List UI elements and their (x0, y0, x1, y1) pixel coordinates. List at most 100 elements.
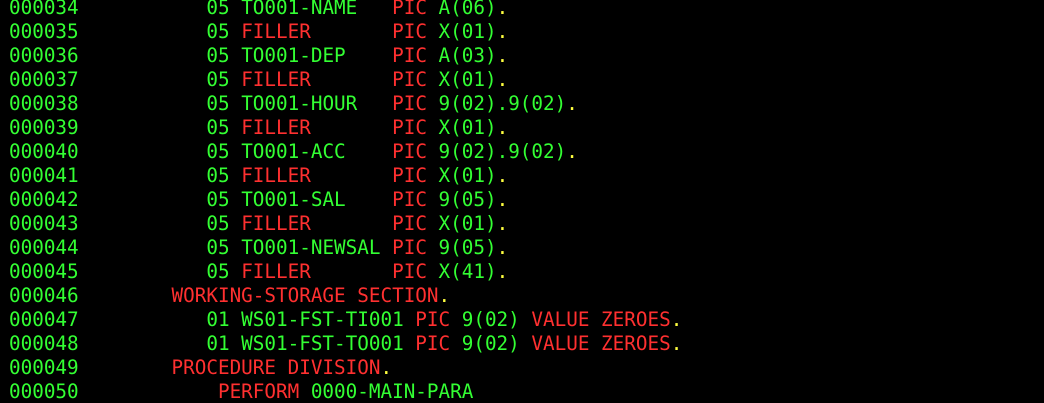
code-token: 9(02).9(02) (438, 140, 567, 163)
code-token: 05 (78, 260, 242, 283)
line-number: 000049 (9, 356, 79, 379)
line-number: 000035 (9, 20, 79, 43)
code-token: X(01) (438, 116, 497, 139)
code-line[interactable]: 000034 05 TO001-NAME PIC A(06). (9, 0, 508, 20)
code-token: PIC (392, 68, 439, 91)
code-token: . (670, 332, 683, 355)
code-line[interactable]: 000035 05 FILLER PIC X(01). (9, 20, 508, 44)
code-line[interactable]: 000036 05 TO001-DEP PIC A(03). (9, 44, 508, 68)
code-token: TO001-NAME (241, 0, 393, 19)
code-text: 05 TO001-DEP PIC A(03). (78, 44, 509, 67)
code-token: PROCEDURE DIVISION (78, 356, 381, 379)
code-token: FILLER (241, 116, 393, 139)
code-token: . (496, 164, 509, 187)
code-token: . (496, 20, 509, 43)
code-line[interactable]: 000038 05 TO001-HOUR PIC 9(02).9(02). (9, 92, 578, 116)
code-token: A(06) (438, 0, 497, 19)
line-number: 000037 (9, 68, 79, 91)
code-token: . (438, 284, 451, 307)
code-text: 05 TO001-HOUR PIC 9(02).9(02). (79, 92, 578, 115)
code-token: PIC (392, 188, 439, 211)
code-token: . (380, 356, 393, 379)
code-token: X(01) (438, 164, 497, 187)
code-text: PROCEDURE DIVISION. (78, 356, 393, 379)
code-token: FILLER (241, 20, 393, 43)
code-line[interactable]: 000041 05 FILLER PIC X(01). (9, 164, 508, 188)
code-token: 05 (78, 0, 242, 19)
code-text: 05 FILLER PIC X(41). (78, 260, 508, 283)
line-number: 000040 (9, 140, 79, 163)
code-text: 05 FILLER PIC X(01). (78, 68, 508, 91)
code-line[interactable]: 000045 05 FILLER PIC X(41). (9, 260, 508, 284)
line-number: 000047 (9, 308, 79, 331)
code-token: 01 WS01-FST-TO001 (78, 332, 416, 355)
code-text: PERFORM 0000-MAIN-PARA (78, 380, 473, 403)
line-number: 000043 (9, 212, 79, 235)
code-line[interactable]: 000043 05 FILLER PIC X(01). (9, 212, 508, 236)
code-token: 05 (78, 212, 242, 235)
code-token: PIC (392, 20, 439, 43)
code-token: TO001-NEWSAL (241, 236, 393, 259)
code-token: FILLER (241, 68, 393, 91)
code-token: 9(02).9(02) (438, 92, 567, 115)
code-token: . (496, 236, 509, 259)
code-line[interactable]: 000047 01 WS01-FST-TI001 PIC 9(02) VALUE… (9, 308, 682, 332)
code-token: . (496, 0, 509, 19)
code-token: FILLER (241, 260, 393, 283)
code-token: TO001-DEP (241, 44, 393, 67)
code-line[interactable]: 000044 05 TO001-NEWSAL PIC 9(05). (9, 236, 508, 260)
code-token: 05 (78, 68, 242, 91)
code-token: PIC (392, 0, 439, 19)
code-line[interactable]: 000040 05 TO001-ACC PIC 9(02).9(02). (9, 140, 578, 164)
code-text: 05 TO001-NEWSAL PIC 9(05). (78, 236, 509, 259)
code-token: PIC (415, 332, 462, 355)
code-token: 05 (78, 116, 242, 139)
line-number: 000039 (9, 116, 79, 139)
code-token: 01 WS01-FST-TI001 (78, 308, 416, 331)
code-text: 05 TO001-ACC PIC 9(02).9(02). (79, 140, 578, 163)
code-token: 9(05) (438, 236, 497, 259)
code-token: . (670, 308, 683, 331)
code-token: 05 (78, 140, 242, 163)
line-number: 000048 (9, 332, 79, 355)
code-token: VALUE ZEROES (531, 308, 671, 331)
code-line[interactable]: 000039 05 FILLER PIC X(01). (9, 116, 508, 140)
line-number: 000050 (9, 380, 79, 403)
code-token: VALUE ZEROES (531, 332, 671, 355)
code-token: 9(02) (461, 308, 532, 331)
code-token: PIC (392, 116, 439, 139)
code-text: 05 FILLER PIC X(01). (78, 116, 509, 139)
code-token: PIC (415, 308, 462, 331)
code-token: FILLER (241, 212, 393, 235)
code-text: 05 TO001-SAL PIC 9(05). (78, 188, 508, 211)
code-text: WORKING-STORAGE SECTION. (78, 284, 451, 307)
code-token: 05 (78, 188, 242, 211)
code-line[interactable]: 000042 05 TO001-SAL PIC 9(05). (9, 188, 508, 212)
code-token: 05 (78, 44, 242, 67)
code-token: PERFORM (78, 380, 311, 403)
code-token: . (496, 212, 509, 235)
code-token: X(01) (438, 212, 497, 235)
line-number: 000045 (9, 260, 79, 283)
code-line[interactable]: 000049 PROCEDURE DIVISION. (9, 356, 392, 380)
code-token: . (496, 116, 509, 139)
line-number: 000036 (9, 44, 79, 67)
code-line[interactable]: 000048 01 WS01-FST-TO001 PIC 9(02) VALUE… (9, 332, 682, 356)
code-token: . (566, 140, 578, 163)
code-token: . (496, 44, 509, 67)
code-line[interactable]: 000046 WORKING-STORAGE SECTION. (9, 284, 450, 308)
code-token: . (566, 92, 578, 115)
code-token: 05 (78, 236, 242, 259)
code-text: 05 FILLER PIC X(01). (79, 20, 509, 43)
code-token: 9(05) (438, 188, 497, 211)
code-token: PIC (392, 140, 439, 163)
code-line[interactable]: 000037 05 FILLER PIC X(01). (9, 68, 508, 92)
code-token: A(03) (438, 44, 497, 67)
code-line[interactable]: 000050 PERFORM 0000-MAIN-PARA (9, 380, 473, 403)
line-number: 000046 (9, 284, 79, 307)
code-token: WORKING-STORAGE SECTION (78, 284, 439, 307)
code-text: 01 WS01-FST-TI001 PIC 9(02) VALUE ZEROES… (78, 308, 683, 331)
code-token: TO001-SAL (241, 188, 393, 211)
code-token: PIC (392, 236, 439, 259)
line-number: 000038 (9, 92, 79, 115)
